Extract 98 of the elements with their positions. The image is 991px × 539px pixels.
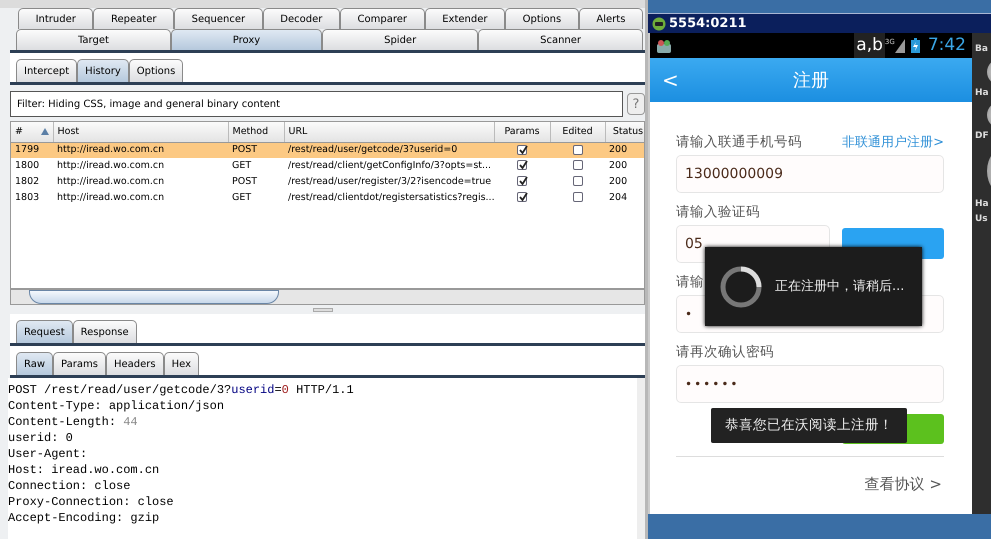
table-cell: 1802 <box>15 176 40 187</box>
tab[interactable]: Repeater <box>93 8 174 29</box>
app-notification-icon <box>656 38 672 52</box>
tab[interactable]: Response <box>72 320 137 343</box>
table-cell: 1803 <box>15 192 40 203</box>
checkbox[interactable] <box>572 160 582 170</box>
tab[interactable]: Raw <box>16 352 54 375</box>
control-label: Ha <box>975 198 990 210</box>
field-label: 请再次确认密码 <box>676 342 774 362</box>
checkbox[interactable] <box>517 144 527 155</box>
checkbox[interactable] <box>572 192 582 202</box>
table-row[interactable]: 1799 http://iread.wo.com.cn POST /rest/read/user/getcode/3?userid=0 200 <box>11 142 644 158</box>
tab[interactable]: Extender <box>424 8 506 29</box>
table-row[interactable]: 1803 http://iread.wo.com.cn GET /rest/read/clientdot/registersatistics?regis... 204 <box>11 190 644 206</box>
screen-title: 注册 <box>793 68 829 92</box>
emulator-icon <box>652 16 666 30</box>
table-cell: http://iread.wo.com.cn <box>57 144 164 156</box>
table-cell: 200 <box>609 176 628 187</box>
sort-ascending-icon <box>40 128 48 135</box>
table-cell: http://iread.wo.com.cn <box>57 192 164 203</box>
control-label: Ba <box>975 43 989 56</box>
table-cell: /rest/read/client/getConfigInfo/3?opts=st... <box>288 160 492 171</box>
column-header[interactable]: Host <box>53 122 228 142</box>
tab[interactable]: Hex <box>164 352 199 375</box>
keyboard-indicator: a,b <box>854 33 885 58</box>
table-cell: 1800 <box>15 160 40 171</box>
control-label: Ha <box>975 86 990 100</box>
tab[interactable]: Options <box>128 59 184 82</box>
tab[interactable]: Alerts <box>578 8 644 29</box>
tab[interactable]: Request <box>16 320 73 343</box>
tab[interactable]: Intercept <box>16 59 78 82</box>
agreement-link[interactable]: 查看协议 > <box>864 473 942 496</box>
request-line: User-Agent: <box>8 446 88 462</box>
request-line: Connection: close <box>8 478 132 494</box>
request-line: Proxy-Connection: close <box>8 494 175 510</box>
field-label: 请输入验证码 <box>676 202 760 222</box>
request-line: userid: 0 <box>8 430 74 446</box>
dialog-message: 正在注册中，请稍后... <box>775 278 904 296</box>
tab[interactable]: Params <box>53 352 106 375</box>
column-header[interactable]: Edited <box>550 122 605 142</box>
clock: 7:42 <box>928 34 966 57</box>
table-cell: GET <box>232 192 252 203</box>
checkbox[interactable] <box>517 192 527 202</box>
table-row[interactable]: 1802 http://iread.wo.com.cn POST /rest/read/user/register/3/2?isencode=true 200 <box>11 174 644 190</box>
split-handle[interactable] <box>312 308 332 312</box>
tab[interactable]: Options <box>505 8 579 29</box>
help-button[interactable]: ? <box>627 93 645 115</box>
table-cell: POST <box>232 144 258 156</box>
success-toast: 恭喜您已在沃阅读上注册！ <box>711 408 907 443</box>
tab[interactable]: Intruder <box>18 8 94 29</box>
spinner-icon <box>719 264 763 308</box>
tab[interactable]: Target <box>16 29 171 50</box>
table-cell: http://iread.wo.com.cn <box>57 176 164 187</box>
column-header[interactable]: URL <box>284 122 494 142</box>
checkbox[interactable] <box>517 160 527 170</box>
request-line: Content-Type: application/json <box>8 398 226 414</box>
request-line: Content-Length: 44 <box>8 414 139 430</box>
tab[interactable]: Comparer <box>340 8 425 29</box>
table-cell: http://iread.wo.com.cn <box>57 160 164 171</box>
table-cell: 200 <box>609 144 628 156</box>
table-cell: POST <box>232 176 258 187</box>
signal-icon <box>894 38 905 52</box>
table-cell: 200 <box>609 160 628 171</box>
filter-bar[interactable]: Filter: Hiding CSS, image and general binary content <box>10 91 623 117</box>
horizontal-scrollbar[interactable] <box>10 289 645 305</box>
tab[interactable]: Headers <box>106 352 164 375</box>
tab[interactable]: Sequencer <box>174 8 263 29</box>
column-header[interactable]: Status <box>605 122 644 142</box>
column-header[interactable]: # <box>11 122 53 142</box>
tab[interactable]: Spider <box>322 29 478 50</box>
input-field[interactable]: •••••• <box>676 365 944 403</box>
checkbox[interactable] <box>517 176 527 186</box>
table-cell: /rest/read/user/register/3/2?isencode=true <box>288 176 492 187</box>
window-title: 5554:0211 <box>669 14 747 33</box>
table-cell: /rest/read/clientdot/registersatistics?regis... <box>288 192 494 203</box>
table-cell: 204 <box>609 192 628 203</box>
tab[interactable]: Scanner <box>478 29 643 50</box>
request-line: Accept-Encoding: gzip <box>8 510 160 526</box>
control-label: DF <box>975 130 990 143</box>
request-line: Host: iread.wo.com.cn <box>8 462 160 478</box>
field-label: 请输 <box>676 272 704 292</box>
control-label: Us <box>975 213 989 226</box>
table-row[interactable]: 1800 http://iread.wo.com.cn GET /rest/read/client/getConfigInfo/3?opts=st... 200 <box>11 158 644 174</box>
column-header[interactable]: Method <box>228 122 284 142</box>
table-cell: GET <box>232 160 252 171</box>
input-field[interactable]: 13000000009 <box>676 155 944 193</box>
table-cell: 1799 <box>15 144 40 156</box>
scroll-thumb[interactable] <box>29 290 279 304</box>
tab[interactable]: Proxy <box>170 29 322 50</box>
table-cell: /rest/read/user/getcode/3?userid=0 <box>288 144 458 156</box>
field-label: 请输入联通手机号码 <box>676 132 802 152</box>
checkbox[interactable] <box>572 144 582 155</box>
tab[interactable]: History <box>77 59 129 82</box>
column-header[interactable]: Params <box>494 122 550 142</box>
checkbox[interactable] <box>572 176 582 186</box>
request-line: POST /rest/read/user/getcode/3?userid=0 HTTP/1.1 <box>8 382 355 398</box>
tab[interactable]: Decoder <box>262 8 340 29</box>
battery-icon <box>910 38 920 53</box>
